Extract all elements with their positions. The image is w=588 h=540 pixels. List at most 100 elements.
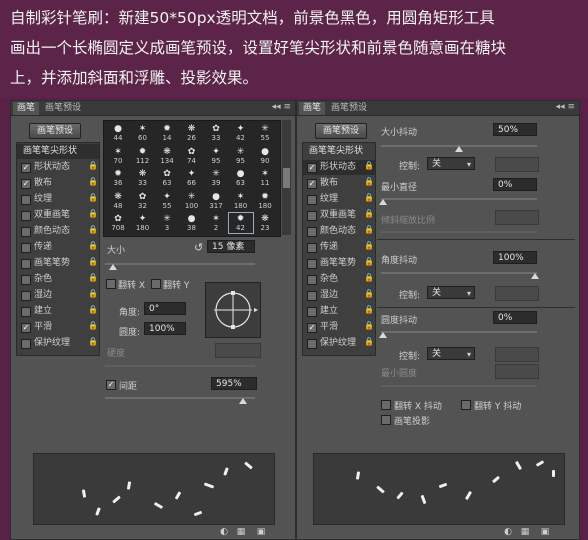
lock-icon[interactable]: 🔒 <box>364 226 374 234</box>
lock-icon[interactable]: 🔒 <box>364 258 374 266</box>
option-checkbox[interactable] <box>307 275 317 285</box>
lock-icon[interactable]: 🔒 <box>88 322 98 330</box>
brush-tip[interactable]: ✳ 55 <box>253 123 277 143</box>
brush-tip[interactable]: ✶ 70 <box>106 146 130 166</box>
brush-projection-checkbox[interactable] <box>381 415 391 425</box>
brush-tip[interactable]: ✦ 55 <box>155 191 179 211</box>
brush-grid-scrollbar[interactable] <box>282 120 291 235</box>
option-checkbox[interactable]: ✓ <box>307 179 317 189</box>
brush-tip[interactable]: ● 317 <box>204 191 228 211</box>
list-item-option[interactable]: 纹理 🔒 <box>303 192 375 207</box>
lock-icon[interactable]: 🔒 <box>364 274 374 282</box>
list-item-option[interactable]: 建立 🔒 <box>17 304 99 319</box>
flip-x-jitter-checkbox[interactable] <box>381 400 391 410</box>
brush-tip[interactable]: ✦ 42 <box>229 123 253 143</box>
brush-tip[interactable]: ✶ 180 <box>229 191 253 211</box>
brush-tip[interactable]: ✿ 74 <box>180 146 204 166</box>
flip-y-checkbox[interactable] <box>151 279 161 289</box>
angle-jitter-thumb[interactable] <box>531 273 539 279</box>
roundness-jitter-slider[interactable] <box>381 331 537 333</box>
brush-tip[interactable]: ❋ 23 <box>253 213 277 233</box>
option-checkbox[interactable] <box>21 275 31 285</box>
lock-icon[interactable]: 🔒 <box>364 338 374 346</box>
eye-toggle-icon[interactable]: ◐ <box>219 527 229 537</box>
list-item-option[interactable]: 杂色 🔒 <box>303 272 375 287</box>
option-checkbox[interactable] <box>21 339 31 349</box>
option-checkbox[interactable] <box>307 243 317 253</box>
option-checkbox[interactable] <box>21 259 31 269</box>
list-item-option[interactable]: 画笔笔势 🔒 <box>17 256 99 271</box>
list-item-tip-shape[interactable]: 画笔笔尖形状 <box>303 144 375 159</box>
lock-icon[interactable]: 🔒 <box>364 322 374 330</box>
brush-tip[interactable]: ❋ 48 <box>106 191 130 211</box>
list-item-option[interactable]: 传递 🔒 <box>17 240 99 255</box>
option-checkbox[interactable] <box>307 211 317 221</box>
crosshair-circle-icon[interactable] <box>206 283 260 337</box>
list-item-option[interactable]: 颜色动态 🔒 <box>303 224 375 239</box>
list-item-option[interactable]: 双重画笔 🔒 <box>17 208 99 223</box>
option-checkbox[interactable] <box>307 291 317 301</box>
option-checkbox[interactable] <box>307 259 317 269</box>
lock-icon[interactable]: 🔒 <box>88 274 98 282</box>
list-item-option[interactable]: ✓ 散布 🔒 <box>303 176 375 191</box>
option-checkbox[interactable]: ✓ <box>21 179 31 189</box>
control-dropdown-1[interactable]: 关 ▾ <box>427 157 475 170</box>
size-input[interactable]: 15 像素 <box>207 240 255 253</box>
brush-tip[interactable]: ✹ 112 <box>131 146 155 166</box>
scrollbar-thumb[interactable] <box>283 168 290 188</box>
brush-presets-button[interactable]: 画笔预设 <box>315 123 367 139</box>
option-checkbox[interactable]: ✓ <box>21 163 31 173</box>
option-checkbox[interactable] <box>307 227 317 237</box>
lock-icon[interactable]: 🔒 <box>88 258 98 266</box>
list-item-option[interactable]: 建立 🔒 <box>303 304 375 319</box>
spacing-input[interactable]: 595% <box>211 377 257 390</box>
option-checkbox[interactable]: ✓ <box>307 323 317 333</box>
lock-icon[interactable]: 🔒 <box>88 306 98 314</box>
size-jitter-input[interactable]: 50% <box>493 123 537 136</box>
panel-menu-icon[interactable]: ◂◂ ≡ <box>272 102 291 112</box>
spacing-slider-thumb[interactable] <box>239 398 247 404</box>
size-jitter-thumb[interactable] <box>455 146 463 152</box>
lock-icon[interactable]: 🔒 <box>364 178 374 186</box>
control-dropdown-3[interactable]: 关 ▾ <box>427 347 475 360</box>
option-checkbox[interactable] <box>307 339 317 349</box>
angle-jitter-input[interactable]: 100% <box>493 251 537 264</box>
brush-tip[interactable]: ✹ 180 <box>253 191 277 211</box>
list-item-option[interactable]: 纹理 🔒 <box>17 192 99 207</box>
brush-tip[interactable]: ✹ 36 <box>106 168 130 188</box>
lock-icon[interactable]: 🔒 <box>88 290 98 298</box>
angle-input[interactable]: 0° <box>144 302 186 315</box>
list-item-option[interactable]: ✓ 形状动态 🔒 <box>303 160 375 175</box>
lock-icon[interactable]: 🔒 <box>88 178 98 186</box>
brush-tip[interactable]: ✶ 2 <box>204 213 228 233</box>
tab-brush[interactable]: 画笔 <box>13 102 40 115</box>
size-slider-thumb[interactable] <box>109 264 117 270</box>
option-checkbox[interactable] <box>21 227 31 237</box>
new-preset-icon[interactable]: ▣ <box>540 527 550 537</box>
flip-y-jitter-checkbox[interactable] <box>461 400 471 410</box>
flip-x-checkbox[interactable] <box>106 279 116 289</box>
tab-brush[interactable]: 画笔 <box>299 102 326 115</box>
roundness-jitter-thumb[interactable] <box>379 332 387 338</box>
brush-tip[interactable]: ✳ 95 <box>229 146 253 166</box>
brush-tip-grid[interactable]: ● 44 ✶ 60 ✹ 14 ❋ 26 ✿ 33 ✦ 42 ✳ 55 ✶ 70 ✹ 112 ❋ 134 ✿ 74 ✦ 95 ✳ 9… <box>103 120 281 237</box>
roundness-jitter-input[interactable]: 0% <box>493 311 537 324</box>
brush-tip[interactable]: ✹ 14 <box>155 123 179 143</box>
option-checkbox[interactable] <box>307 307 317 317</box>
brush-tip[interactable]: ❋ 33 <box>131 168 155 188</box>
brush-tip[interactable]: ✳ 39 <box>204 168 228 188</box>
angle-jitter-slider[interactable] <box>381 272 537 274</box>
brush-tip[interactable]: ✹ 42 <box>227 212 254 234</box>
tab-brush-presets[interactable]: 画笔预设 <box>41 102 85 115</box>
list-item-option[interactable]: 保护纹理 🔒 <box>17 336 99 351</box>
brush-tip[interactable]: ✿ 33 <box>204 123 228 143</box>
lock-icon[interactable]: 🔒 <box>364 242 374 250</box>
lock-icon[interactable]: 🔒 <box>364 194 374 202</box>
lock-icon[interactable]: 🔒 <box>364 210 374 218</box>
brush-tip[interactable]: ✶ 60 <box>131 123 155 143</box>
lock-icon[interactable]: 🔒 <box>364 306 374 314</box>
brush-tip[interactable]: ● 90 <box>253 146 277 166</box>
list-item-option[interactable]: 湿边 🔒 <box>17 288 99 303</box>
lock-icon[interactable]: 🔒 <box>88 210 98 218</box>
option-checkbox[interactable] <box>21 211 31 221</box>
